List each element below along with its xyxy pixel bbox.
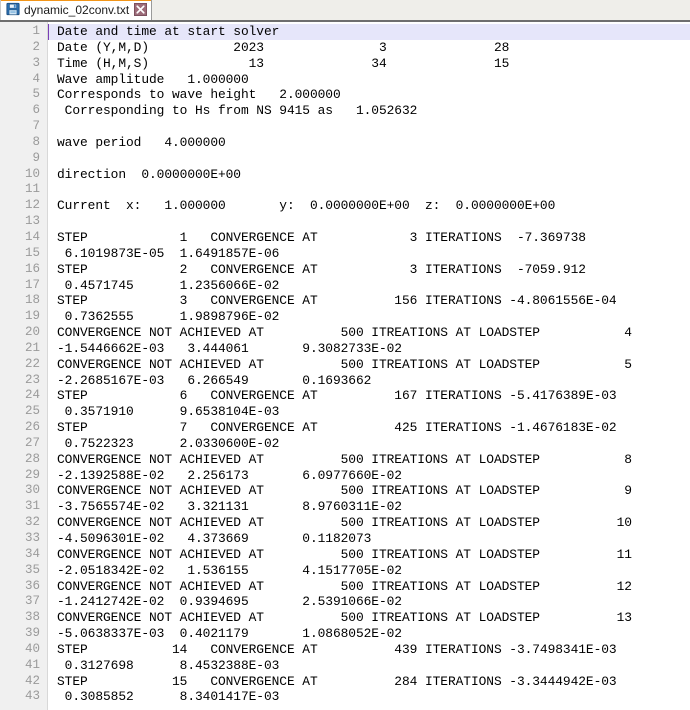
code-line[interactable]: Wave amplitude 1.000000 <box>48 72 690 88</box>
line-number: 30 <box>24 483 40 498</box>
code-line[interactable]: CONVERGENCE NOT ACHIEVED AT 500 ITREATIO… <box>48 325 690 341</box>
line-number: 7 <box>32 119 40 134</box>
line-number: 10 <box>24 166 40 181</box>
code-line[interactable]: 0.7362555 1.9898796E-02 <box>48 309 690 325</box>
line-number: 27 <box>24 435 40 450</box>
code-line[interactable]: -3.7565574E-02 3.321131 8.9760311E-02 <box>48 499 690 515</box>
line-number: 32 <box>24 515 40 530</box>
code-line[interactable]: 0.3085852 8.3401417E-03 <box>48 689 690 705</box>
line-number: 14 <box>24 229 40 244</box>
code-line[interactable] <box>48 151 690 167</box>
code-line[interactable]: CONVERGENCE NOT ACHIEVED AT 500 ITREATIO… <box>48 357 690 373</box>
line-number: 20 <box>24 325 40 340</box>
line-number: 29 <box>24 467 40 482</box>
code-line[interactable]: STEP 3 CONVERGENCE AT 156 ITERATIONS -4.… <box>48 293 690 309</box>
line-number: 34 <box>24 546 40 561</box>
code-line[interactable]: CONVERGENCE NOT ACHIEVED AT 500 ITREATIO… <box>48 483 690 499</box>
line-number: 31 <box>24 499 40 514</box>
line-number: 4 <box>32 71 40 86</box>
code-line[interactable]: wave period 4.000000 <box>48 135 690 151</box>
code-line[interactable]: STEP 14 CONVERGENCE AT 439 ITERATIONS -3… <box>48 642 690 658</box>
line-number: 21 <box>24 340 40 355</box>
code-line[interactable]: -1.2412742E-02 0.9394695 2.5391066E-02 <box>48 594 690 610</box>
line-number: 11 <box>24 182 40 197</box>
line-number: 26 <box>24 420 40 435</box>
tab-bar: dynamic_02conv.txt <box>0 0 690 22</box>
code-line[interactable]: STEP 1 CONVERGENCE AT 3 ITERATIONS -7.36… <box>48 230 690 246</box>
line-number: 39 <box>24 626 40 641</box>
text-editor-window: dynamic_02conv.txt 1 2 3 4 5 6 7 8 9 10 11 12 13 14 15… <box>0 0 690 710</box>
code-line[interactable]: Corresponding to Hs from NS 9415 as 1.05… <box>48 103 690 119</box>
line-number: 42 <box>24 673 40 688</box>
code-line[interactable]: CONVERGENCE NOT ACHIEVED AT 500 ITREATIO… <box>48 547 690 563</box>
code-line[interactable]: CONVERGENCE NOT ACHIEVED AT 500 ITREATIO… <box>48 515 690 531</box>
code-line[interactable]: -2.1392588E-02 2.256173 6.0977660E-02 <box>48 468 690 484</box>
code-line[interactable] <box>48 182 690 198</box>
line-number: 9 <box>32 150 40 165</box>
code-line[interactable]: 0.7522323 2.0330600E-02 <box>48 436 690 452</box>
code-line[interactable]: Date and time at start solver <box>48 24 690 40</box>
line-number: 25 <box>24 404 40 419</box>
code-line[interactable]: -4.5096301E-02 4.373669 0.1182073 <box>48 531 690 547</box>
editor-area[interactable]: 1 2 3 4 5 6 7 8 9 10 11 12 13 14 15 16 17 18 19 20 21 22 23 24 2… <box>0 22 690 710</box>
save-floppy-icon <box>6 2 20 16</box>
code-line[interactable]: 6.1019873E-05 1.6491857E-06 <box>48 246 690 262</box>
line-number: 12 <box>24 198 40 213</box>
line-number: 18 <box>24 293 40 308</box>
code-line[interactable]: CONVERGENCE NOT ACHIEVED AT 500 ITREATIO… <box>48 610 690 626</box>
line-number: 24 <box>24 388 40 403</box>
line-number: 17 <box>24 277 40 292</box>
close-icon[interactable] <box>134 2 148 16</box>
code-line[interactable]: direction 0.0000000E+00 <box>48 167 690 183</box>
line-number: 8 <box>32 134 40 149</box>
code-line[interactable]: Current x: 1.000000 y: 0.0000000E+00 z: … <box>48 198 690 214</box>
line-number-gutter: 1 2 3 4 5 6 7 8 9 10 11 12 13 14 15 16 17 18 19 20 21 22 23 24 2… <box>0 22 48 710</box>
line-number: 2 <box>32 39 40 54</box>
code-line[interactable]: STEP 7 CONVERGENCE AT 425 ITERATIONS -1.… <box>48 420 690 436</box>
line-number: 23 <box>24 372 40 387</box>
code-line[interactable]: 0.3571910 9.6538104E-03 <box>48 404 690 420</box>
code-line[interactable]: CONVERGENCE NOT ACHIEVED AT 500 ITREATIO… <box>48 452 690 468</box>
code-line[interactable]: 0.3127698 8.4532388E-03 <box>48 658 690 674</box>
line-number: 22 <box>24 356 40 371</box>
line-number: 16 <box>24 261 40 276</box>
code-line[interactable]: Time (H,M,S) 13 34 15 <box>48 56 690 72</box>
tab-dynamic-02conv-txt[interactable]: dynamic_02conv.txt <box>0 0 153 20</box>
line-number: 6 <box>32 103 40 118</box>
code-text-area[interactable]: Date and time at start solver Date (Y,M,D… <box>48 22 690 710</box>
code-line[interactable]: -1.5446662E-03 3.444061 9.3082733E-02 <box>48 341 690 357</box>
line-number: 28 <box>24 451 40 466</box>
code-line[interactable]: -2.0518342E-02 1.536155 4.1517705E-02 <box>48 563 690 579</box>
line-number: 36 <box>24 578 40 593</box>
line-number: 40 <box>24 641 40 656</box>
line-number: 5 <box>32 87 40 102</box>
code-line[interactable]: STEP 6 CONVERGENCE AT 167 ITERATIONS -5.… <box>48 388 690 404</box>
code-line[interactable]: Date (Y,M,D) 2023 3 28 <box>48 40 690 56</box>
line-number: 37 <box>24 594 40 609</box>
line-number: 13 <box>24 214 40 229</box>
line-number: 38 <box>24 610 40 625</box>
line-number: 1 <box>32 24 40 38</box>
code-line[interactable]: CONVERGENCE NOT ACHIEVED AT 500 ITREATIO… <box>48 579 690 595</box>
code-line[interactable]: STEP 2 CONVERGENCE AT 3 ITERATIONS -7059… <box>48 262 690 278</box>
tab-label: dynamic_02conv.txt <box>24 3 130 17</box>
code-line[interactable]: STEP 15 CONVERGENCE AT 284 ITERATIONS -3… <box>48 674 690 690</box>
line-number: 3 <box>32 55 40 70</box>
code-line[interactable]: 0.4571745 1.2356066E-02 <box>48 278 690 294</box>
line-number: 15 <box>24 245 40 260</box>
line-number: 19 <box>24 309 40 324</box>
code-line[interactable] <box>48 214 690 230</box>
line-number: 35 <box>24 562 40 577</box>
code-line[interactable]: Corresponds to wave height 2.000000 <box>48 87 690 103</box>
code-line[interactable]: -2.2685167E-03 6.266549 0.1693662 <box>48 373 690 389</box>
line-number: 43 <box>24 689 40 704</box>
line-number: 41 <box>24 657 40 672</box>
code-line[interactable]: -5.0638337E-03 0.4021179 1.0868052E-02 <box>48 626 690 642</box>
code-line[interactable] <box>48 119 690 135</box>
line-number: 33 <box>24 531 40 545</box>
